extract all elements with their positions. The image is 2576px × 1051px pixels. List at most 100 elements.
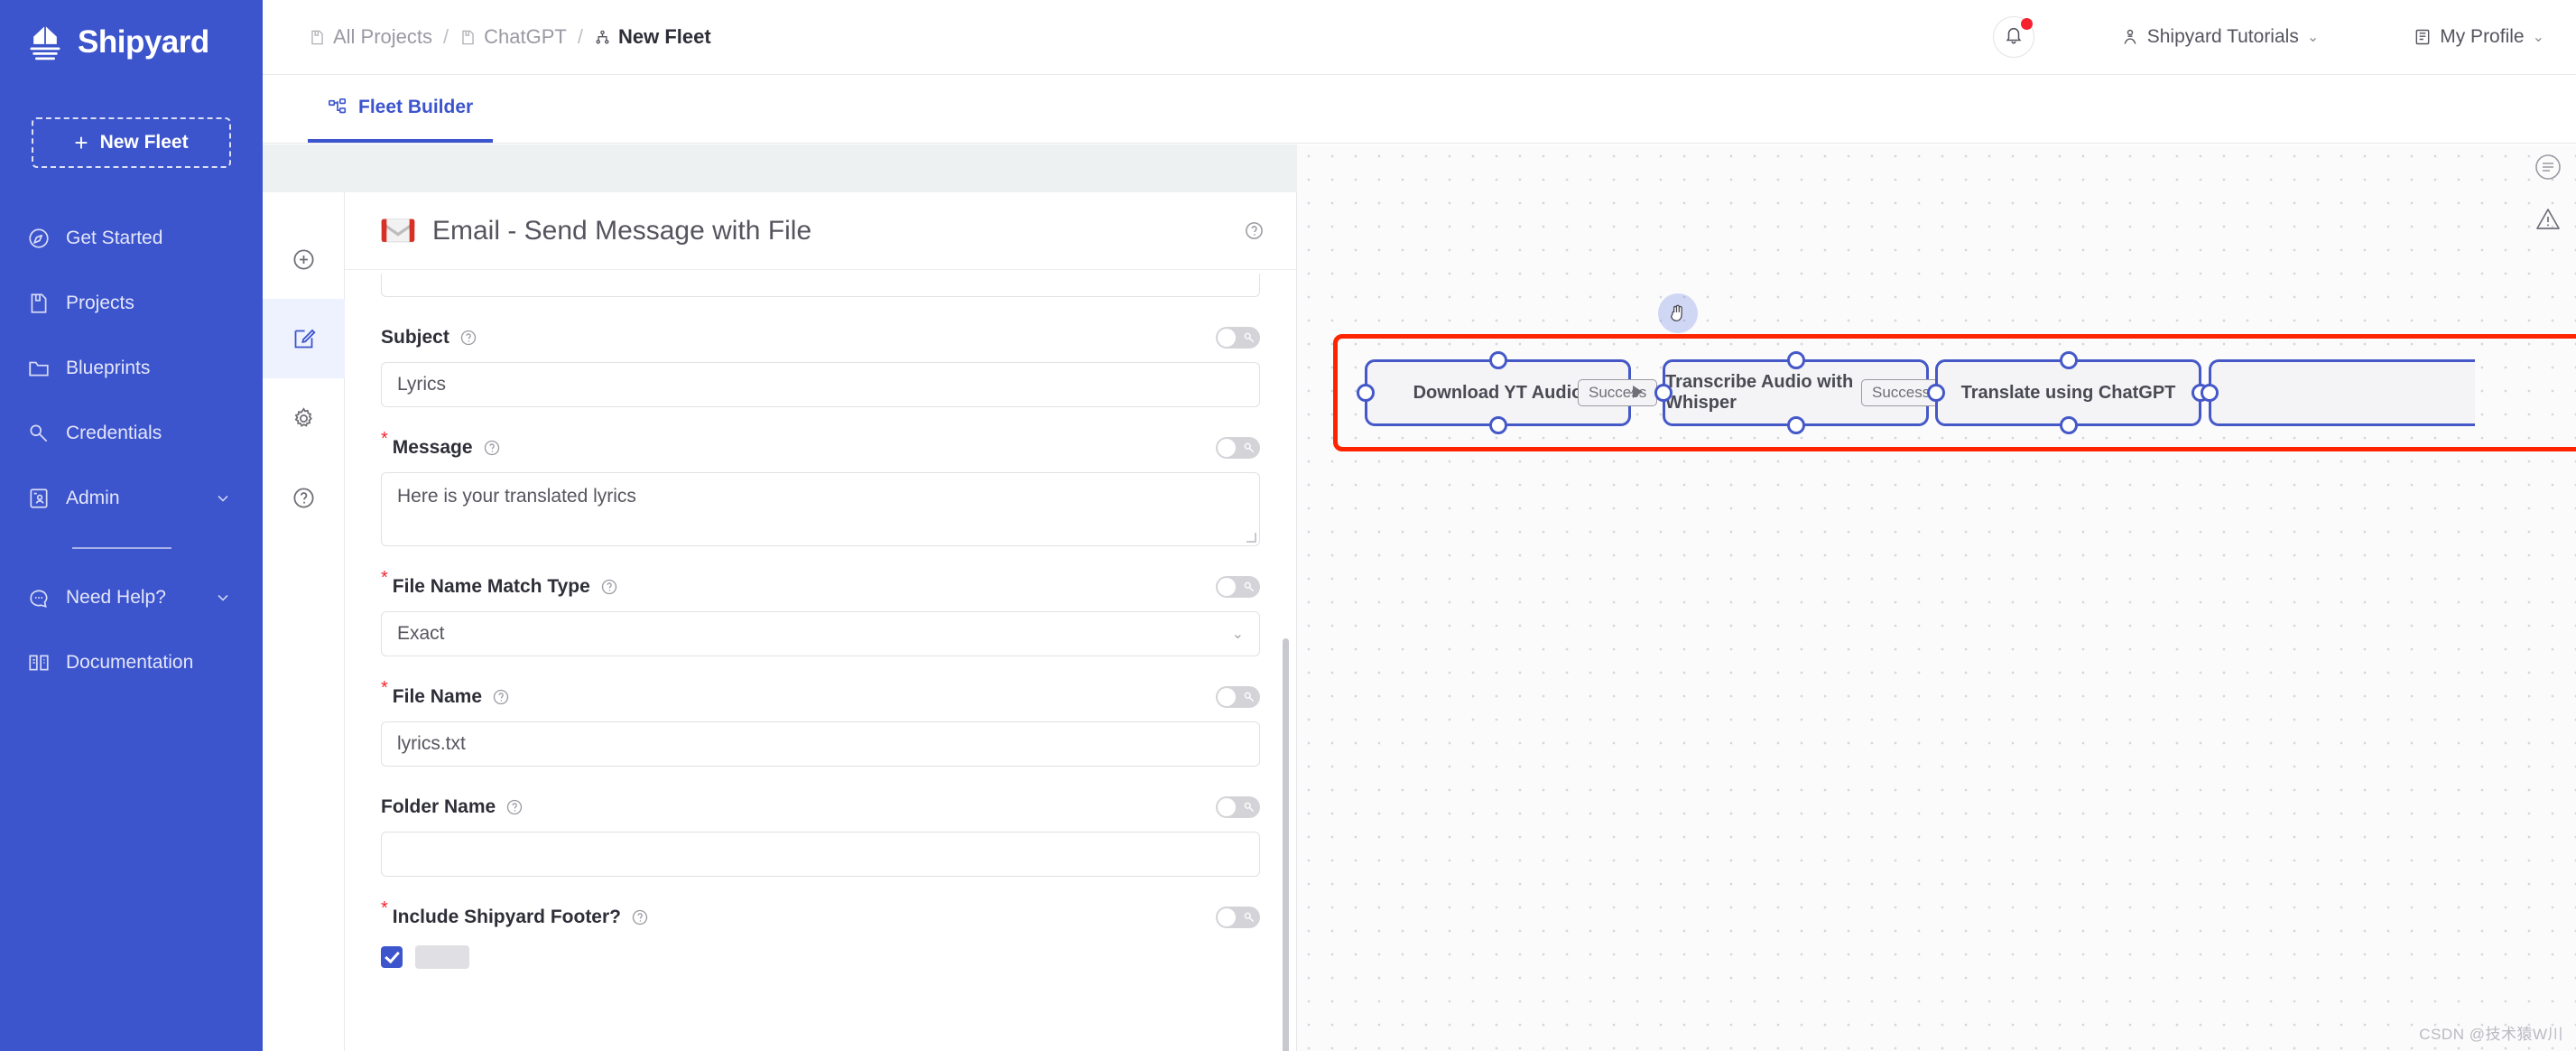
chevron-down-icon xyxy=(214,489,232,507)
my-profile-menu[interactable]: My Profile ⌄ xyxy=(2414,26,2544,48)
question-circle-icon[interactable] xyxy=(483,439,501,457)
chevron-down-icon: ⌄ xyxy=(2533,28,2544,46)
new-fleet-button[interactable]: + New Fleet xyxy=(32,117,231,168)
key-icon xyxy=(1243,801,1256,814)
node-port-top[interactable] xyxy=(2060,351,2078,369)
node-config-panel: Email - Send Message with File Subject xyxy=(345,192,1297,1051)
footer-credential-toggle[interactable] xyxy=(1216,907,1260,928)
help-button[interactable] xyxy=(263,458,345,537)
chevron-down-icon: ⌄ xyxy=(1232,625,1244,643)
question-circle-icon[interactable] xyxy=(631,908,649,926)
notifications-button[interactable] xyxy=(1993,16,2034,58)
include-footer-checkbox[interactable] xyxy=(381,946,403,968)
flow-node-next-clipped[interactable] xyxy=(2209,359,2475,426)
node-port-left[interactable] xyxy=(1654,384,1673,402)
sidebar-nav: Get Started Projects Blueprints xyxy=(0,206,263,695)
plus-icon: + xyxy=(74,131,88,154)
clipped-field-above xyxy=(381,274,1260,297)
sidebar-item-admin[interactable]: Admin xyxy=(0,466,263,531)
bell-icon xyxy=(2004,25,2024,50)
breadcrumb-item-chatgpt[interactable]: ChatGPT xyxy=(459,25,567,49)
sidebar-item-label: Projects xyxy=(66,293,134,314)
question-circle-icon xyxy=(292,486,316,510)
ship-logo-icon xyxy=(25,23,65,62)
toggle-knob xyxy=(1218,578,1236,596)
shipyard-tutorials-menu[interactable]: Shipyard Tutorials ⌄ xyxy=(2121,26,2320,48)
warning-triangle-icon[interactable] xyxy=(2534,206,2562,233)
sidebar-item-documentation[interactable]: Documentation xyxy=(0,630,263,695)
question-circle-icon[interactable] xyxy=(459,329,477,347)
profile-card-icon xyxy=(2414,28,2432,46)
match-type-credential-toggle[interactable] xyxy=(1216,576,1260,598)
header-actions: Shipyard Tutorials ⌄ My Profile ⌄ xyxy=(1993,16,2576,58)
sidebar-item-label: Get Started xyxy=(66,228,162,249)
sidebar-item-get-started[interactable]: Get Started xyxy=(0,206,263,271)
field-label: File Name Match Type xyxy=(393,576,590,598)
question-circle-icon[interactable] xyxy=(505,798,524,816)
node-port-left[interactable] xyxy=(1927,384,1945,402)
folder-name-credential-toggle[interactable] xyxy=(1216,796,1260,818)
node-port-bottom[interactable] xyxy=(1787,416,1805,434)
question-circle-icon[interactable] xyxy=(1244,220,1265,241)
key-icon xyxy=(27,422,51,445)
resize-handle[interactable] xyxy=(1246,533,1256,543)
breadcrumb-label: All Projects xyxy=(333,25,432,49)
message-value: Here is your translated lyrics xyxy=(397,486,636,507)
tab-fleet-builder[interactable]: Fleet Builder xyxy=(308,75,493,143)
message-textarea[interactable]: Here is your translated lyrics xyxy=(381,472,1260,546)
field-header: Folder Name xyxy=(381,794,1260,821)
file-name-match-type-select[interactable]: Exact ⌄ xyxy=(381,611,1260,656)
content-area: Email - Send Message with File Subject xyxy=(263,144,2576,1051)
footer-checkbox-row xyxy=(381,945,1260,969)
add-node-button[interactable] xyxy=(263,219,345,299)
settings-button[interactable] xyxy=(263,378,345,458)
flow-node-translate-using-chatgpt[interactable]: Translate using ChatGPT xyxy=(1935,359,2201,426)
fleet-canvas[interactable]: Download YT Audio Success Transcribe Aud… xyxy=(1297,144,2576,1051)
flow-edge-label-1[interactable]: Success xyxy=(1578,379,1657,406)
watermark: CSDN @技术猿W川 xyxy=(2419,1021,2563,1044)
node-port-left[interactable] xyxy=(2201,384,2219,402)
admin-card-icon xyxy=(27,487,51,510)
question-circle-icon[interactable] xyxy=(492,688,510,706)
notification-badge xyxy=(2021,18,2033,30)
key-icon xyxy=(1243,691,1256,703)
sitemap-icon xyxy=(328,98,347,117)
editor-icon-rail xyxy=(263,192,345,1051)
sidebar-item-projects[interactable]: Projects xyxy=(0,271,263,336)
breadcrumb-label: ChatGPT xyxy=(484,25,567,49)
message-credential-toggle[interactable] xyxy=(1216,437,1260,459)
breadcrumb-item-all-projects[interactable]: All Projects xyxy=(309,25,432,49)
field-label: Message xyxy=(393,437,473,459)
brand[interactable]: Shipyard xyxy=(0,0,263,62)
panel-scrollbar[interactable] xyxy=(1283,638,1289,1051)
question-circle-icon[interactable] xyxy=(600,578,618,596)
sidebar-item-blueprints[interactable]: Blueprints xyxy=(0,336,263,401)
subject-credential-toggle[interactable] xyxy=(1216,327,1260,349)
file-name-input[interactable]: lyrics.txt xyxy=(381,721,1260,767)
gear-icon xyxy=(292,406,316,431)
file-name-credential-toggle[interactable] xyxy=(1216,686,1260,708)
plus-circle-icon xyxy=(292,247,316,272)
field-header: * File Name xyxy=(381,684,1260,711)
node-port-left[interactable] xyxy=(1357,384,1375,402)
field-file-name: * File Name xyxy=(381,684,1260,767)
node-port-bottom[interactable] xyxy=(2060,416,2078,434)
node-port-top[interactable] xyxy=(1787,351,1805,369)
my-profile-label: My Profile xyxy=(2440,26,2524,48)
node-port-top[interactable] xyxy=(1489,351,1507,369)
sidebar-item-credentials[interactable]: Credentials xyxy=(0,401,263,466)
breadcrumb-item-new-fleet: New Fleet xyxy=(594,25,711,49)
list-lines-icon[interactable] xyxy=(2534,153,2562,181)
edit-node-button[interactable] xyxy=(263,299,345,378)
folder-name-input[interactable] xyxy=(381,832,1260,877)
field-label: File Name xyxy=(393,686,482,708)
field-folder-name: Folder Name xyxy=(381,794,1260,877)
sidebar-item-need-help[interactable]: Need Help? xyxy=(0,565,263,630)
node-port-bottom[interactable] xyxy=(1489,416,1507,434)
node-label: Translate using ChatGPT xyxy=(1961,383,2176,404)
tab-bar: Fleet Builder xyxy=(263,75,2576,144)
breadcrumb-separator: / xyxy=(578,25,583,49)
subject-input[interactable]: Lyrics xyxy=(381,362,1260,407)
sidebar-divider xyxy=(72,547,171,549)
include-footer-option-placeholder xyxy=(415,945,469,969)
